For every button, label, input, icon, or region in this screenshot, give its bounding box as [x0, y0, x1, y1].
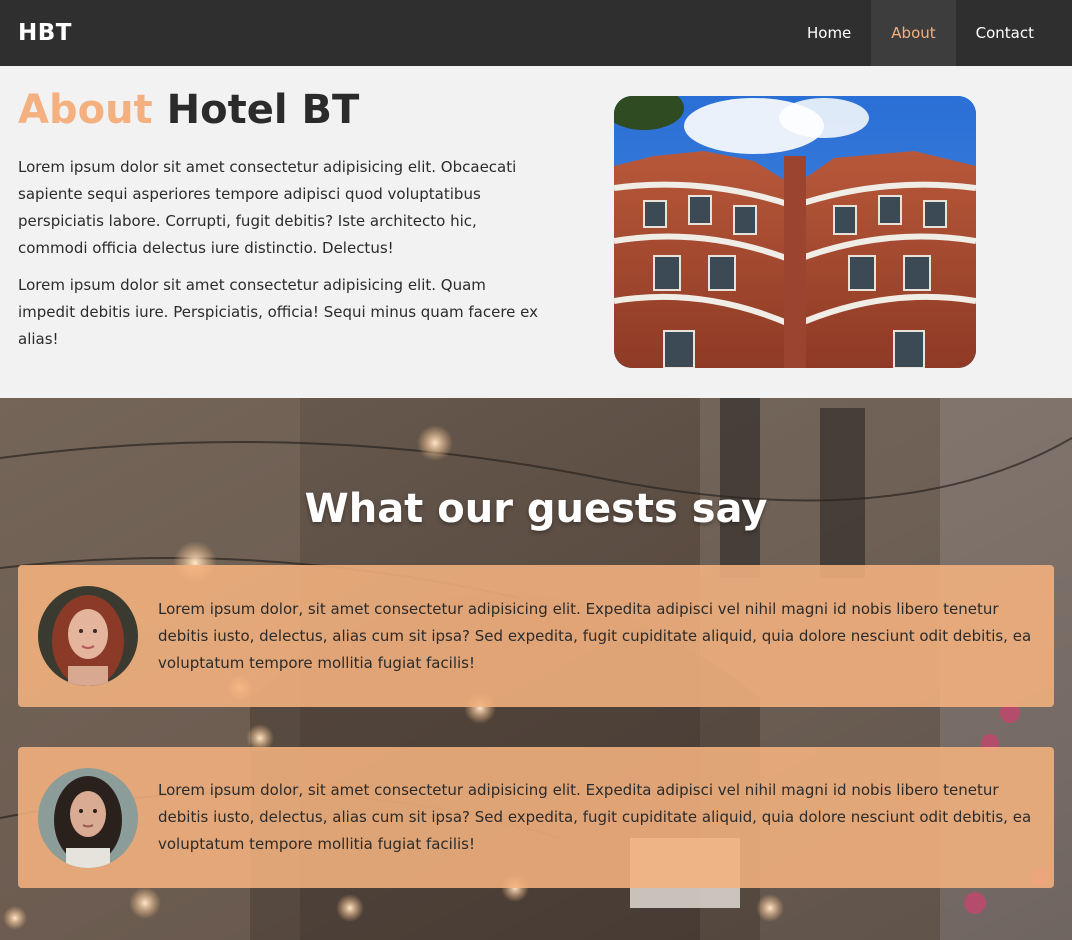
nav-link-contact[interactable]: Contact — [956, 0, 1054, 66]
nav-links: Home About Contact — [787, 0, 1072, 66]
about-title-rest: Hotel BT — [166, 87, 360, 133]
about-title-accent: About — [18, 87, 153, 133]
about-title: About Hotel BT — [18, 88, 538, 132]
about-section: About Hotel BT Lorem ipsum dolor sit ame… — [0, 66, 1072, 398]
testimonials-title: What our guests say — [304, 486, 768, 532]
avatar — [38, 767, 138, 868]
about-text: About Hotel BT Lorem ipsum dolor sit ame… — [18, 88, 538, 363]
navbar: HBT Home About Contact — [0, 0, 1072, 66]
nav-link-about[interactable]: About — [871, 0, 956, 66]
avatar — [38, 586, 138, 686]
brand-logo[interactable]: HBT — [18, 20, 72, 46]
testimonial-text: Lorem ipsum dolor, sit amet consectetur … — [158, 599, 1032, 672]
testimonial-text: Lorem ipsum dolor, sit amet consectetur … — [158, 781, 1032, 853]
about-paragraph-1: Lorem ipsum dolor sit amet consectetur a… — [18, 158, 517, 257]
about-paragraph-2: Lorem ipsum dolor sit amet consectetur a… — [18, 276, 539, 348]
hotel-image — [614, 96, 976, 368]
testimonials-section: What our guests say Lorem ipsum dolor, s… — [0, 398, 1072, 940]
testimonial-card: Lorem ipsum dolor, sit amet consectetur … — [18, 747, 1054, 888]
testimonial-card: Lorem ipsum dolor, sit amet consectetur … — [18, 565, 1054, 707]
nav-link-home[interactable]: Home — [787, 0, 871, 66]
